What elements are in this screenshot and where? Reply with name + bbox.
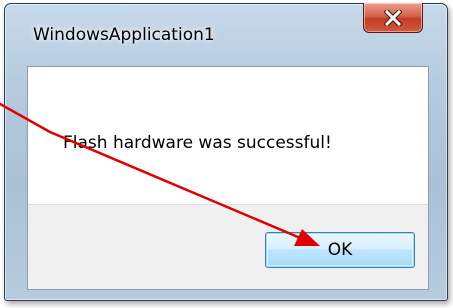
dialog-message: Flash hardware was successful!: [63, 133, 332, 153]
close-button[interactable]: [363, 3, 423, 33]
dialog-button-bar: OK: [28, 204, 428, 289]
screenshot-canvas: WindowsApplication1 Flash hardware was s…: [0, 0, 453, 308]
close-icon: [384, 9, 402, 26]
ok-button[interactable]: OK: [265, 232, 415, 268]
dialog-client-area: Flash hardware was successful! OK: [27, 66, 429, 290]
title-bar[interactable]: WindowsApplication1: [5, 3, 447, 45]
message-box-window: WindowsApplication1 Flash hardware was s…: [4, 3, 448, 301]
window-title: WindowsApplication1: [33, 25, 215, 45]
